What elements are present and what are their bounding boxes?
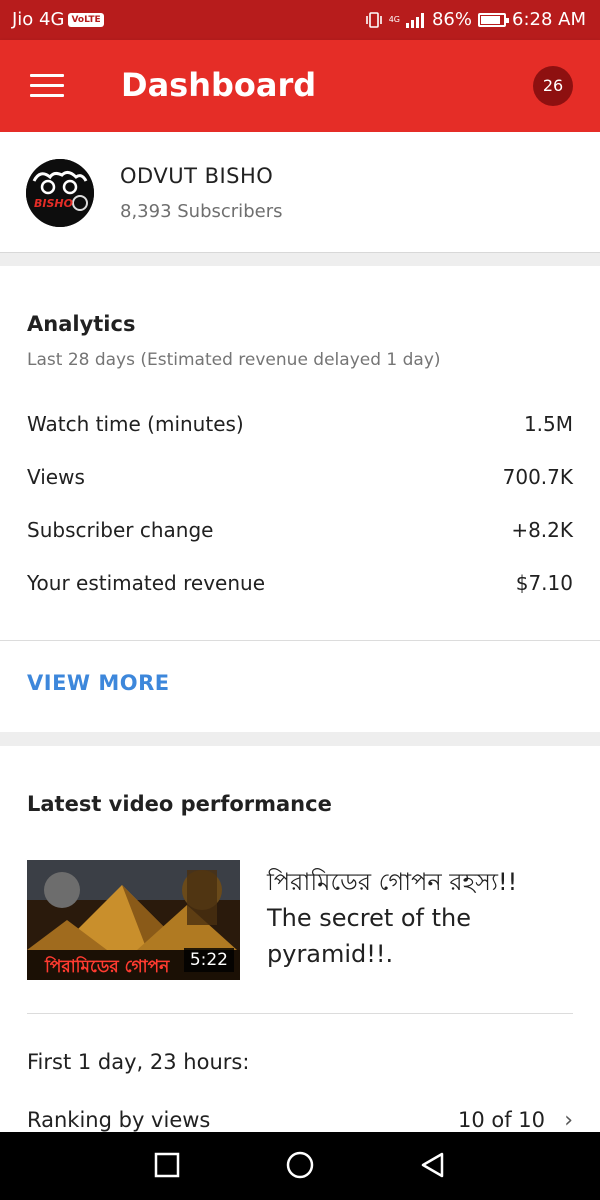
divider [0, 640, 600, 641]
ranking-value: 10 of 10 [457, 1108, 545, 1132]
metric-label: Watch time (minutes) [27, 412, 244, 436]
home-circle-icon[interactable] [285, 1150, 315, 1180]
metric-label: Subscriber change [27, 518, 214, 542]
analytics-card: Analytics Last 28 days (Estimated revenu… [0, 266, 600, 732]
chevron-right-icon: › [564, 1108, 573, 1133]
latest-video-title: Latest video performance [27, 792, 332, 816]
battery-icon [478, 12, 509, 27]
metric-label: Views [27, 465, 85, 489]
video-title[interactable]: পিরামিডের গোপন রহস্য!! The secret of the… [267, 864, 567, 972]
notification-badge[interactable]: 26 [533, 66, 573, 106]
section-gap [0, 253, 600, 266]
volte-badge: VoLTE [68, 12, 104, 27]
avatar-text: BISHO [34, 197, 73, 210]
metric-row-watch-time[interactable]: Watch time (minutes) 1.5M [27, 412, 573, 440]
metric-label: Your estimated revenue [27, 571, 265, 595]
metric-row-revenue[interactable]: Your estimated revenue $7.10 [27, 571, 573, 599]
app-bar: Dashboard [0, 40, 600, 132]
metric-row-views[interactable]: Views 700.7K [27, 465, 573, 493]
back-triangle-icon[interactable] [418, 1150, 448, 1180]
page-title: Dashboard [121, 66, 317, 104]
thumbnail-caption: পিরামিডের গোপন [44, 955, 170, 977]
channel-card[interactable]: BISHO ODVUT BISHO 8,393 Subscribers [0, 132, 600, 253]
menu-icon[interactable] [30, 74, 64, 100]
metric-row-subscriber-change[interactable]: Subscriber change +8.2K [27, 518, 573, 546]
subscriber-count: 8,393 Subscribers [120, 201, 283, 222]
divider [27, 1013, 573, 1014]
video-duration: 5:22 [183, 948, 234, 972]
analytics-subtitle: Last 28 days (Estimated revenue delayed … [27, 350, 441, 370]
video-thumbnail[interactable]: পিরামিডের গোপন 5:22 [27, 860, 240, 980]
carrier-info: Jio 4G VoLTE [12, 9, 104, 30]
status-icons: 4G 86% 6:28 AM [365, 9, 586, 30]
ranking-label: Ranking by views [27, 1108, 211, 1132]
metric-value: 1.5M [523, 412, 573, 436]
metric-value: $7.10 [515, 571, 573, 595]
recents-square-icon[interactable] [152, 1150, 182, 1180]
metric-value: +8.2K [511, 518, 573, 542]
channel-avatar: BISHO [26, 159, 94, 227]
clock: 6:28 AM [512, 9, 586, 30]
status-bar: Jio 4G VoLTE 4G 86% 6:28 AM [0, 0, 600, 40]
channel-logo-icon: BISHO [26, 159, 94, 227]
view-more-button[interactable]: VIEW MORE [27, 671, 170, 695]
ranking-row[interactable]: Ranking by views 10 of 10 › [27, 1108, 573, 1133]
section-gap [0, 732, 600, 746]
analytics-title: Analytics [27, 312, 136, 336]
vibrate-icon [365, 11, 382, 28]
system-nav-bar [0, 1132, 600, 1200]
channel-name: ODVUT BISHO [120, 164, 274, 188]
metric-value: 700.7K [502, 465, 573, 489]
carrier-label: Jio 4G [12, 9, 65, 30]
performance-period: First 1 day, 23 hours: [27, 1050, 250, 1074]
network-type: 4G [388, 14, 400, 24]
signal-icon [405, 12, 426, 28]
latest-video-card: Latest video performance পিরামিডের গোপন … [0, 746, 600, 1133]
battery-percent: 86% [431, 9, 472, 30]
